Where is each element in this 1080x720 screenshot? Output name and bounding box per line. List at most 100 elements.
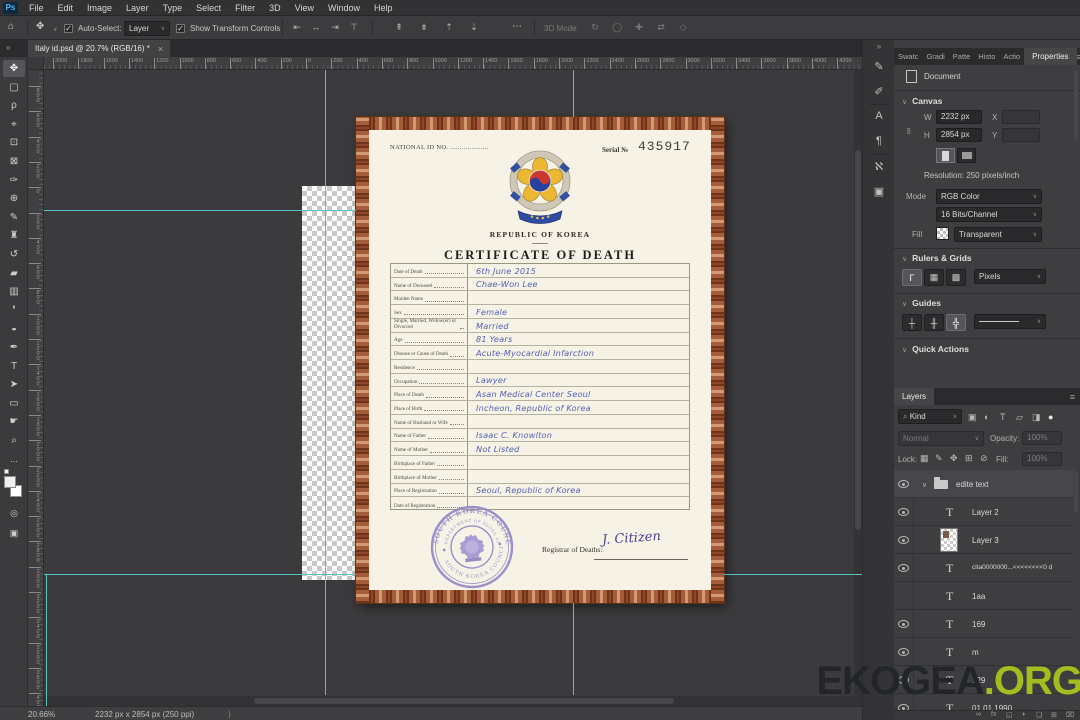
healing-brush-tool[interactable]: ⊕ <box>3 190 25 207</box>
distribute-top-edges-icon[interactable]: ⇞ <box>392 22 406 33</box>
distribute-left-edges-icon[interactable]: ⇣ <box>467 22 481 33</box>
menu-select[interactable]: Select <box>189 0 228 16</box>
field-value[interactable] <box>468 470 689 483</box>
visibility-toggle[interactable] <box>898 592 910 601</box>
certificate-document[interactable]: NATIONAL ID NO. .................... Ser… <box>356 117 724 603</box>
field-value[interactable]: Seoul, Republic of Korea <box>468 484 689 497</box>
eraser-tool[interactable]: ▰ <box>3 265 25 282</box>
field-value[interactable] <box>468 456 689 469</box>
vertical-scrollbar[interactable] <box>854 70 862 706</box>
layer-mask-icon[interactable]: ◱ <box>1006 711 1013 719</box>
status-options-chevron-icon[interactable]: ⟩ <box>228 710 231 719</box>
width-field[interactable]: 2232 px <box>936 110 982 124</box>
panel-menu-icon[interactable]: ≡ <box>1077 52 1080 62</box>
filter-smart-objects-icon[interactable]: ◨ <box>1032 412 1041 423</box>
menu-file[interactable]: File <box>22 0 51 16</box>
field-value[interactable]: Incheon, Republic of Korea <box>468 401 689 414</box>
height-field[interactable]: 2854 px <box>936 128 982 142</box>
default-colors-icon[interactable] <box>4 469 9 474</box>
bit-depth-select[interactable]: 16 Bits/Channel ∨ <box>936 207 1042 222</box>
guides-section-header[interactable]: ∨ Guides <box>902 298 941 308</box>
lock-artboard-icon[interactable]: ⊞ <box>965 453 973 464</box>
filter-toggle-icon[interactable]: ● <box>1048 412 1053 422</box>
color-mode-select[interactable]: RGB Color ∨ <box>936 189 1042 204</box>
filter-pixel-layers-icon[interactable]: ▣ <box>968 412 977 423</box>
zoom-tool[interactable]: ⌕ <box>3 432 25 449</box>
menu-view[interactable]: View <box>288 0 321 16</box>
menu-help[interactable]: Help <box>367 0 400 16</box>
clone-stamp-tool[interactable]: ♜ <box>3 227 25 244</box>
landscape-orientation-button[interactable] <box>957 148 976 163</box>
more-options-icon[interactable]: ⋯ <box>512 22 522 32</box>
foreground-color-swatch[interactable] <box>4 476 16 488</box>
field-value[interactable] <box>468 291 689 304</box>
field-value[interactable] <box>468 360 689 373</box>
hand-tool[interactable]: ☛ <box>3 413 25 430</box>
align-left-edges-icon[interactable]: ⇤ <box>290 22 304 33</box>
link-dimensions-icon[interactable]: ∞ <box>904 128 914 134</box>
field-value[interactable]: Asan Medical Center Seoul <box>468 387 689 400</box>
visibility-toggle[interactable] <box>898 480 910 489</box>
collapse-panels-icon[interactable]: » <box>863 42 895 51</box>
path-selection-tool[interactable]: ➤ <box>3 376 25 393</box>
layer-row[interactable]: Layer 3 <box>894 526 1074 554</box>
visibility-toggle[interactable] <box>898 648 910 657</box>
lock-all-icon[interactable]: ⊘ <box>980 453 988 464</box>
pixel-grid-toggle-icon[interactable]: ▩ <box>946 269 966 286</box>
layer-name[interactable]: edite text <box>956 480 988 489</box>
field-value[interactable]: Isaac C. Knowlton <box>468 429 689 442</box>
character-panel-icon[interactable]: A <box>863 110 895 122</box>
guide-horizontal[interactable] <box>724 574 862 575</box>
menu-layer[interactable]: Layer <box>119 0 156 16</box>
filter-type-layers-icon[interactable]: T <box>1000 412 1006 422</box>
auto-select-target-select[interactable]: Layer ∨ <box>124 21 170 36</box>
shape-tool[interactable]: ▭ <box>3 395 25 412</box>
layer-row[interactable]: Tcita0000000...<<<<<<<<0 d <box>894 554 1074 582</box>
libraries-panel-icon[interactable]: ▣ <box>863 185 895 198</box>
layer-name[interactable]: Layer 3 <box>972 536 999 545</box>
new-guide-layout-icon[interactable]: ┼ <box>902 314 922 331</box>
canvas-section-header[interactable]: ∨ Canvas <box>902 96 942 106</box>
auto-select-checkbox[interactable] <box>64 24 73 33</box>
paragraph-panel-icon[interactable]: ¶ <box>863 135 895 147</box>
zoom-level[interactable]: 20.66% <box>28 710 55 719</box>
brushes-panel-icon[interactable]: ✐ <box>863 85 895 98</box>
visibility-toggle[interactable] <box>898 564 910 573</box>
portrait-orientation-button[interactable] <box>936 148 955 163</box>
lasso-tool[interactable]: ρ <box>3 97 25 114</box>
guide-vertical[interactable] <box>573 70 574 117</box>
delete-layer-icon[interactable]: ⌧ <box>1066 711 1074 719</box>
menu-3d[interactable]: 3D <box>262 0 288 16</box>
chevron-down-icon[interactable]: ∨ <box>53 25 57 35</box>
tab-patte[interactable]: Patte <box>949 52 975 61</box>
field-value[interactable] <box>468 415 689 428</box>
visibility-toggle[interactable] <box>898 508 910 517</box>
brush-tool[interactable]: ✎ <box>3 209 25 226</box>
brush-settings-panel-icon[interactable]: ✎ <box>863 60 895 73</box>
crop-tool[interactable]: ⊡ <box>3 134 25 151</box>
layers-scrollbar[interactable] <box>1074 472 1078 512</box>
layer-name[interactable]: Layer 2 <box>972 508 999 517</box>
close-tab-icon[interactable]: × <box>158 44 163 54</box>
home-icon[interactable]: ⌂ <box>8 22 14 32</box>
lock-guides-icon[interactable]: ╬ <box>946 314 966 331</box>
move-tool-icon[interactable]: ✥ <box>36 22 44 32</box>
menu-image[interactable]: Image <box>80 0 119 16</box>
layer-row[interactable]: ∨ edite text <box>894 470 1074 498</box>
field-value[interactable]: 81 Years <box>468 333 689 346</box>
frame-tool[interactable]: ⊠ <box>3 153 25 170</box>
quick-mask-icon[interactable]: ◎ <box>3 505 25 522</box>
field-value[interactable]: Not Listed <box>468 442 689 455</box>
layer-row[interactable]: T 169 <box>894 610 1074 638</box>
layer-row[interactable]: T 1aa <box>894 582 1074 610</box>
distribute-vertical-centers-icon[interactable]: ⇟ <box>417 22 431 33</box>
grid-toggle-icon[interactable]: ▦ <box>924 269 944 286</box>
rulers-grids-section-header[interactable]: ∨ Rulers & Grids <box>902 253 972 263</box>
distribute-bottom-edges-icon[interactable]: ⇡ <box>442 22 456 33</box>
layer-name[interactable]: cita0000000...<<<<<<<<0 d <box>972 564 1052 571</box>
horizontal-ruler[interactable]: 2000 1800 1600 1400 1200 1000 800 600 400 200 0 200… <box>44 57 862 70</box>
glyphs-panel-icon[interactable]: ℵ <box>863 160 895 173</box>
blur-tool[interactable]: ❜ <box>3 302 25 319</box>
show-transform-checkbox[interactable] <box>176 24 185 33</box>
guide-horizontal[interactable] <box>44 574 356 575</box>
